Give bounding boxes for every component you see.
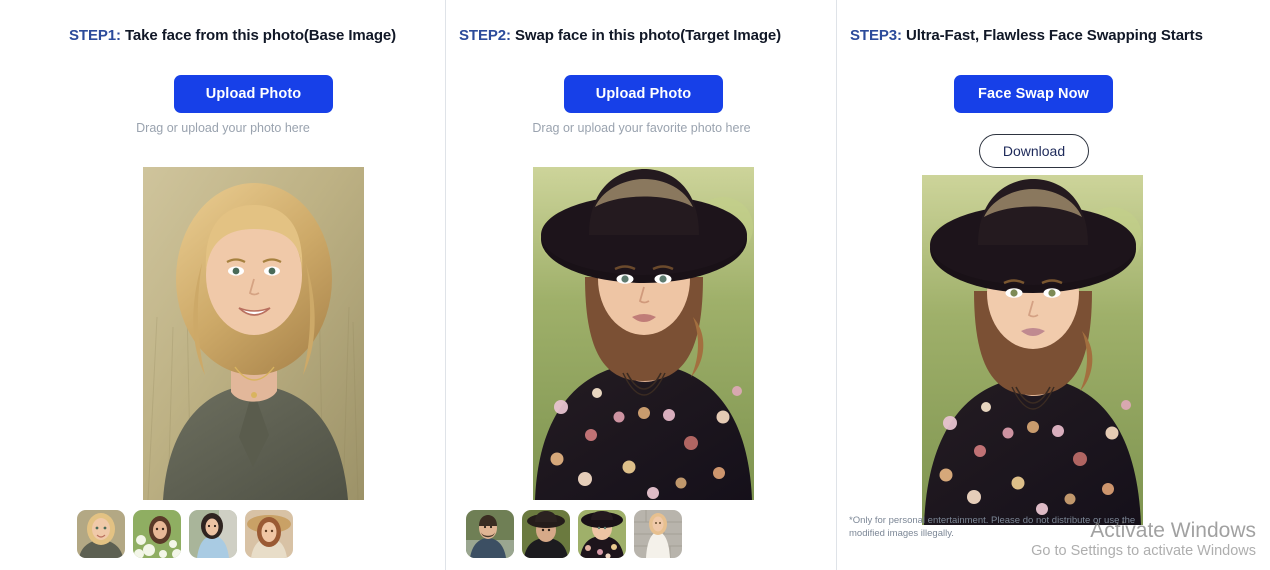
target-image-preview[interactable] [533, 167, 754, 500]
face-swap-app: STEP1: Take face from this photo(Base Im… [0, 0, 1270, 570]
thumbnail-woman-black-hat-floral-dress [578, 510, 626, 558]
step2-heading: STEP2: Swap face in this photo(Target Im… [459, 27, 781, 44]
usage-disclaimer: *Only for personal entertainment. Please… [849, 515, 1136, 539]
list-item[interactable] [634, 510, 682, 558]
result-image-graphic [922, 175, 1143, 525]
step1-heading: STEP1: Take face from this photo(Base Im… [69, 27, 396, 44]
list-item[interactable] [466, 510, 514, 558]
step2-title: Swap face in this photo(Target Image) [514, 27, 782, 44]
list-item[interactable] [578, 510, 626, 558]
thumbnail-dark-hair-woman-blue-dress [189, 510, 237, 558]
upload-hint-base: Drag or upload your photo here [136, 121, 310, 135]
step3-title: Ultra-Fast, Flawless Face Swapping Start… [905, 27, 1203, 44]
base-image-preview[interactable] [143, 167, 364, 500]
thumbnail-blonde-woman-white-dress-wall [634, 510, 682, 558]
thumbnail-redhead-woman-straw-hat [245, 510, 293, 558]
step3-heading: STEP3: Ultra-Fast, Flawless Face Swappin… [850, 27, 1203, 44]
step3-column: STEP3: Ultra-Fast, Flawless Face Swappin… [837, 0, 1270, 570]
upload-photo-button-target[interactable]: Upload Photo [564, 75, 723, 113]
list-item[interactable] [522, 510, 570, 558]
thumbnail-blonde-woman-olive-shirt [77, 510, 125, 558]
base-image-graphic [143, 167, 364, 500]
upload-photo-button-base[interactable]: Upload Photo [174, 75, 333, 113]
step3-label: STEP3: [850, 27, 906, 44]
step2-column: STEP2: Swap face in this photo(Target Im… [446, 0, 837, 570]
list-item[interactable] [77, 510, 125, 558]
base-thumbnail-strip [77, 510, 293, 558]
face-swap-now-button[interactable]: Face Swap Now [954, 75, 1113, 113]
step1-column: STEP1: Take face from this photo(Base Im… [0, 0, 446, 570]
upload-hint-target: Drag or upload your favorite photo here [532, 121, 751, 135]
list-item[interactable] [133, 510, 181, 558]
thumbnail-woman-dark-hat-portrait [522, 510, 570, 558]
step1-label: STEP1: [69, 27, 125, 44]
download-button[interactable]: Download [979, 134, 1089, 168]
column-divider-1 [445, 0, 446, 570]
list-item[interactable] [189, 510, 237, 558]
step2-label: STEP2: [459, 27, 515, 44]
result-image-preview[interactable] [922, 175, 1143, 525]
thumbnail-brunette-woman-white-flowers [133, 510, 181, 558]
thumbnail-bearded-man-denim-jacket [466, 510, 514, 558]
step1-title: Take face from this photo(Base Image) [124, 27, 397, 44]
target-thumbnail-strip [466, 510, 682, 558]
target-image-graphic [533, 167, 754, 500]
column-divider-2 [836, 0, 837, 570]
list-item[interactable] [245, 510, 293, 558]
